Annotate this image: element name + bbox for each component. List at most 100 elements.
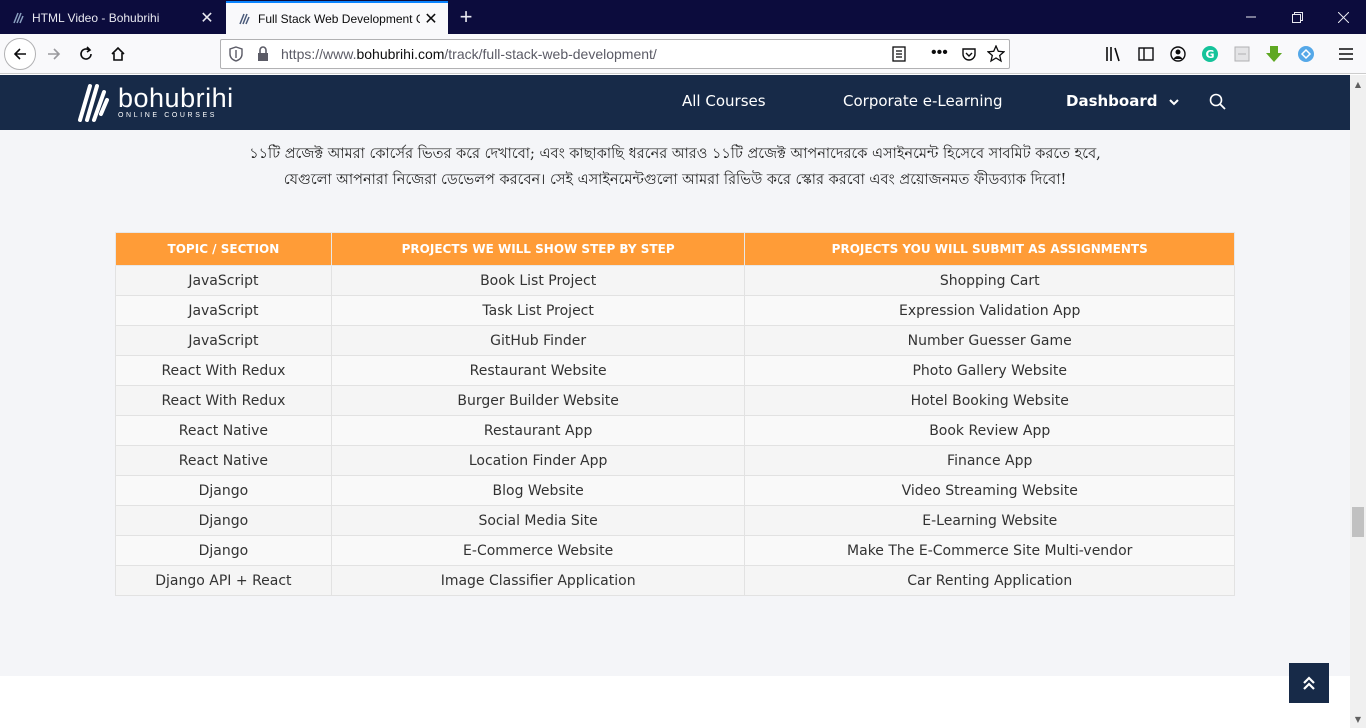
- table-row: React With Redux Restaurant Website Photo …: [115, 355, 1235, 386]
- assignment-cell: Video Streaming Website: [744, 475, 1235, 506]
- header-show-projects: PROJECTS WE WILL SHOW STEP BY STEP: [330, 232, 746, 266]
- back-arrow-icon: [13, 48, 26, 60]
- restore-window-button[interactable]: [1274, 0, 1320, 34]
- url-text: https://www.bohubrihi.com/track/full-sta…: [281, 46, 657, 62]
- vertical-scrollbar[interactable]: ▲ ▼: [1350, 75, 1366, 728]
- url-bar[interactable]: https://www.bohubrihi.com/track/full-sta…: [220, 39, 1010, 69]
- assignment-cell: Number Guesser Game: [744, 325, 1235, 356]
- page-footer-area: [0, 676, 1350, 728]
- topic-cell: Django: [115, 535, 332, 566]
- show-project-cell: Book List Project: [330, 265, 746, 296]
- header-submit-projects: PROJECTS YOU WILL SUBMIT AS ASSIGNMENTS: [744, 232, 1235, 266]
- tracking-shield-icon[interactable]: [229, 46, 243, 65]
- intro-paragraph: ১১টি প্রজেক্ট আমরা কোর্সের ভিতর করে দেখা…: [160, 141, 1190, 193]
- library-icon[interactable]: [1102, 42, 1126, 66]
- minimize-window-button[interactable]: [1228, 0, 1274, 34]
- table-row: JavaScript GitHub Finder Number Guesser Ga…: [115, 325, 1235, 356]
- page-actions-icon[interactable]: •••: [931, 44, 948, 62]
- home-icon: [111, 46, 125, 61]
- bohubrihi-favicon-icon: [236, 11, 252, 27]
- download-helper-icon[interactable]: [1262, 42, 1286, 66]
- table-row: Django E-Commerce Website Make The E-Comme…: [115, 535, 1235, 566]
- svg-text:G: G: [1205, 48, 1214, 61]
- logo-name: bohubrihi: [118, 83, 234, 113]
- assignment-cell: Car Renting Application: [744, 565, 1235, 596]
- scroll-to-top-button[interactable]: [1289, 663, 1329, 703]
- topic-cell: Django: [115, 505, 332, 536]
- nav-dashboard-label: Dashboard: [1066, 92, 1158, 110]
- reader-view-icon[interactable]: [891, 46, 907, 65]
- topic-cell: React Native: [115, 445, 332, 476]
- table-header-row: TOPIC / SECTION PROJECTS WE WILL SHOW ST…: [115, 232, 1235, 266]
- scroll-down-arrow-icon[interactable]: ▼: [1350, 712, 1366, 726]
- scrollbar-thumb[interactable]: [1352, 507, 1364, 537]
- assignment-cell: Finance App: [744, 445, 1235, 476]
- topic-cell: JavaScript: [115, 265, 332, 296]
- tab-strip: HTML Video - Bohubrihi ✕ Full Stack Web …: [0, 0, 1366, 34]
- forward-arrow-icon: [48, 48, 61, 60]
- assignment-cell: Hotel Booking Website: [744, 385, 1235, 416]
- topic-cell: Django: [115, 475, 332, 506]
- show-project-cell: Location Finder App: [330, 445, 746, 476]
- assignment-cell: E-Learning Website: [744, 505, 1235, 536]
- table-row: React With Redux Burger Builder Website Ho…: [115, 385, 1235, 416]
- projects-table: TOPIC / SECTION PROJECTS WE WILL SHOW ST…: [115, 232, 1235, 596]
- table-row: React Native Location Finder App Finance A…: [115, 445, 1235, 476]
- topic-cell: React With Redux: [115, 355, 332, 386]
- tab-title: HTML Video - Bohubrihi: [32, 10, 160, 25]
- nav-dashboard[interactable]: Dashboard: [1066, 92, 1179, 110]
- logo-tagline: ONLINE COURSES: [118, 112, 218, 119]
- hamburger-menu-icon[interactable]: [1334, 42, 1358, 66]
- search-icon[interactable]: [1209, 93, 1227, 111]
- assignment-cell: Make The E-Commerce Site Multi-vendor: [744, 535, 1235, 566]
- table-row: JavaScript Task List Project Expression Va…: [115, 295, 1235, 326]
- navigation-toolbar: https://www.bohubrihi.com/track/full-sta…: [0, 34, 1366, 74]
- extension-icon[interactable]: [1230, 42, 1254, 66]
- grammarly-extension-icon[interactable]: G: [1198, 42, 1222, 66]
- account-icon[interactable]: [1166, 42, 1190, 66]
- close-window-button[interactable]: [1320, 0, 1366, 34]
- tab-html-video[interactable]: HTML Video - Bohubrihi ✕: [0, 1, 224, 34]
- topic-cell: JavaScript: [115, 295, 332, 326]
- table-row: Django Social Media Site E-Learning Websit…: [115, 505, 1235, 536]
- sidebar-icon[interactable]: [1134, 42, 1158, 66]
- assignment-cell: Photo Gallery Website: [744, 355, 1235, 386]
- nav-all-courses[interactable]: All Courses: [682, 92, 766, 110]
- pocket-icon[interactable]: [961, 46, 977, 65]
- show-project-cell: Social Media Site: [330, 505, 746, 536]
- close-tab-icon[interactable]: ✕: [196, 7, 218, 29]
- nav-corporate-elearning[interactable]: Corporate e-Learning: [843, 92, 1003, 110]
- lock-icon[interactable]: [257, 46, 269, 65]
- show-project-cell: Burger Builder Website: [330, 385, 746, 416]
- bookmark-star-icon[interactable]: [986, 44, 1006, 66]
- intro-line-2: যেগুলো আপনারা নিজেরা ডেভেলপ করবেন। সেই এ…: [283, 172, 1067, 188]
- bohubrihi-logo-icon: [78, 84, 109, 122]
- show-project-cell: GitHub Finder: [330, 325, 746, 356]
- close-tab-icon[interactable]: ✕: [420, 8, 442, 30]
- tab-title: Full Stack Web Development Course: [258, 11, 420, 26]
- double-chevron-up-icon: [1303, 676, 1315, 690]
- assignment-cell: Expression Validation App: [744, 295, 1235, 326]
- scroll-up-arrow-icon[interactable]: ▲: [1350, 77, 1366, 91]
- show-project-cell: Restaurant App: [330, 415, 746, 446]
- assignment-cell: Shopping Cart: [744, 265, 1235, 296]
- show-project-cell: Restaurant Website: [330, 355, 746, 386]
- intro-line-1: ১১টি প্রজেক্ট আমরা কোর্সের ভিতর করে দেখা…: [249, 146, 1101, 162]
- forward-button[interactable]: [38, 38, 70, 70]
- reload-button[interactable]: [70, 38, 102, 70]
- show-project-cell: E-Commerce Website: [330, 535, 746, 566]
- header-topic: TOPIC / SECTION: [115, 232, 332, 266]
- site-logo[interactable]: bohubrihi ONLINE COURSES: [76, 80, 234, 124]
- show-project-cell: Blog Website: [330, 475, 746, 506]
- show-project-cell: Task List Project: [330, 295, 746, 326]
- chevron-down-icon: [1169, 99, 1179, 106]
- table-row: Django API + React Image Classifier Appli…: [115, 565, 1235, 596]
- new-tab-button[interactable]: +: [454, 4, 478, 29]
- table-row: JavaScript Book List Project Shopping Cart: [115, 265, 1235, 296]
- home-button[interactable]: [102, 38, 134, 70]
- bohubrihi-favicon-icon: [10, 10, 26, 26]
- reload-icon: [80, 46, 92, 60]
- tab-full-stack[interactable]: Full Stack Web Development Course ✕: [226, 1, 448, 34]
- translate-extension-icon[interactable]: [1294, 42, 1318, 66]
- back-button[interactable]: [4, 38, 36, 70]
